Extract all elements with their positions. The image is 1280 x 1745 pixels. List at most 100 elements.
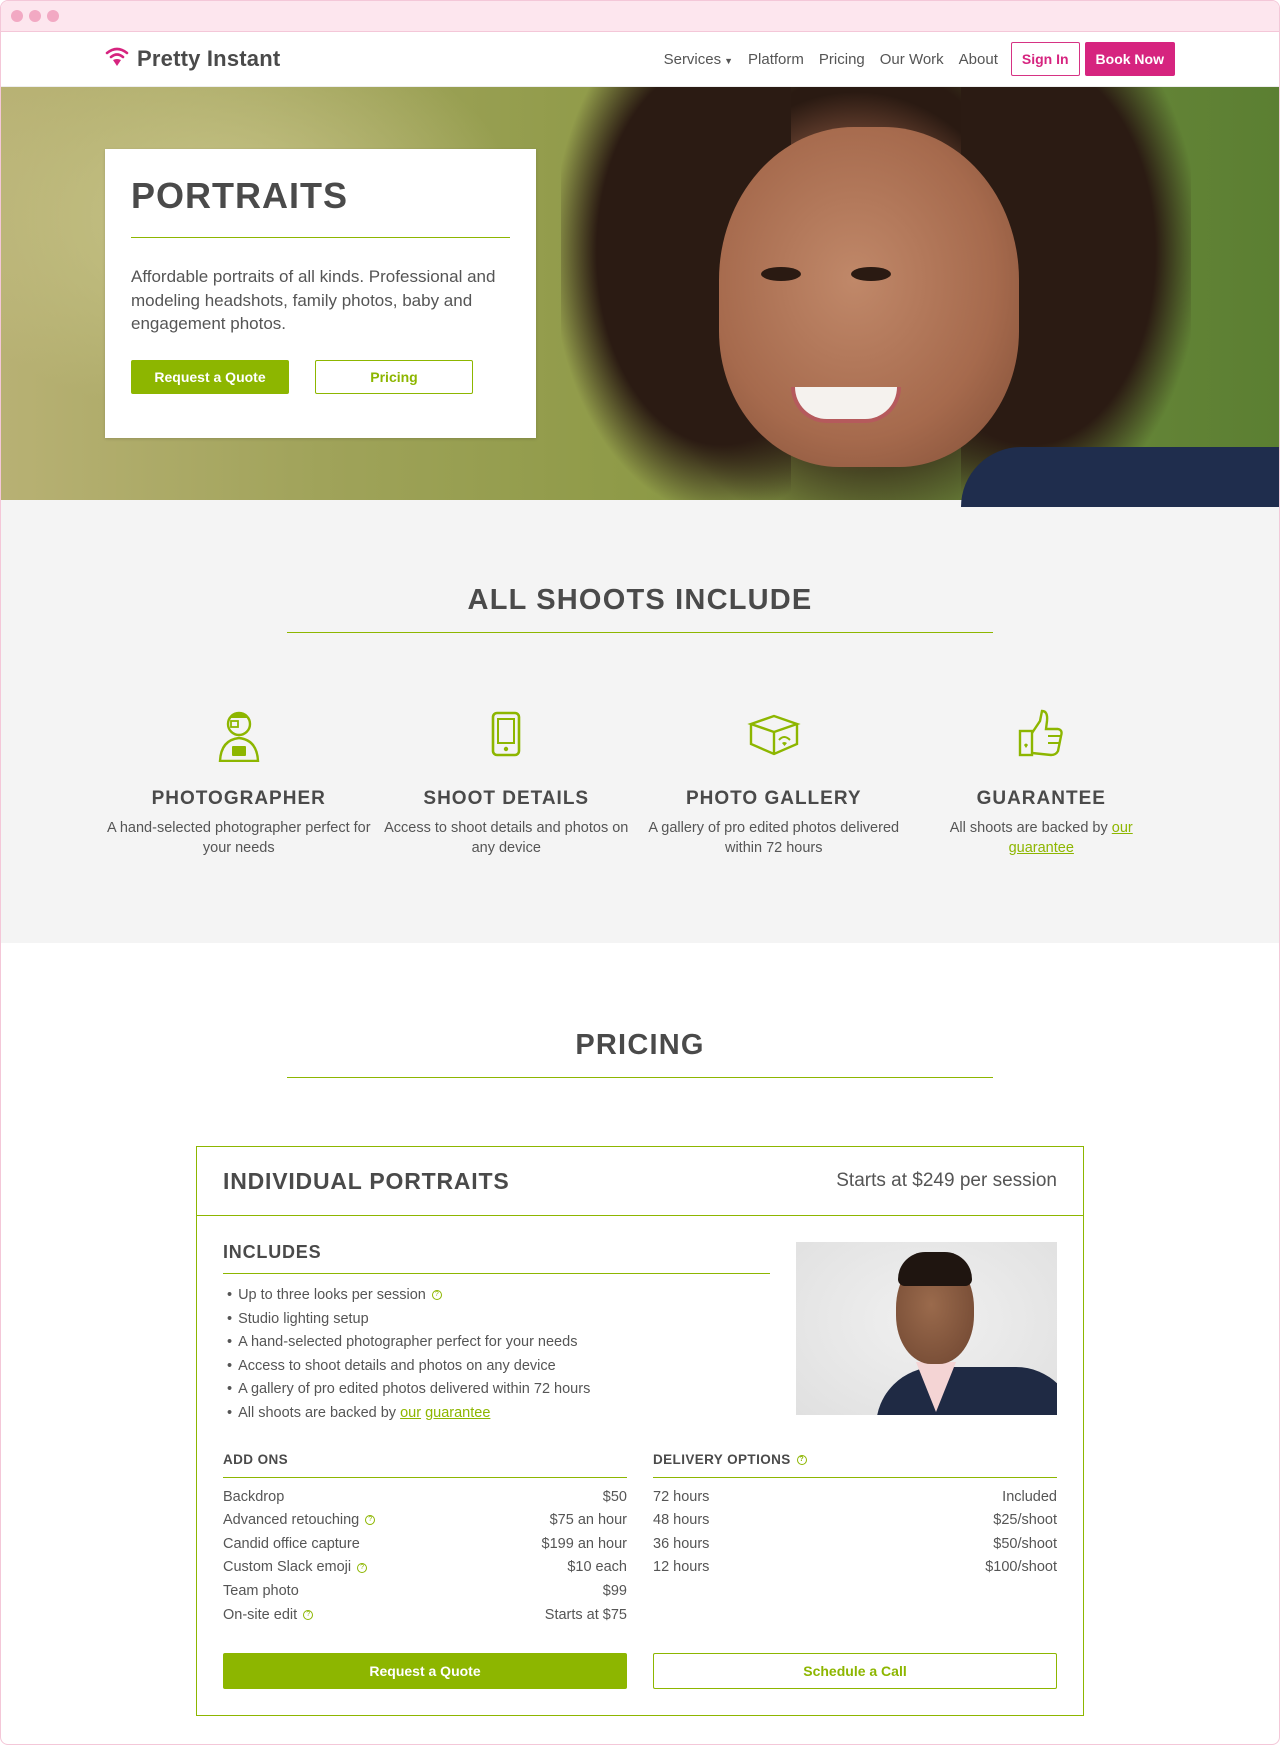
list-item: All shoots are backed by our guarantee <box>223 1402 770 1426</box>
table-row: Candid office capture $199 an hour <box>223 1533 627 1557</box>
feature-description: All shoots are backed by our guarantee <box>908 819 1176 858</box>
table-row: Custom Slack emoji? $10 each <box>223 1556 627 1580</box>
includes-heading: INCLUDES <box>223 1242 322 1262</box>
window-titlebar <box>1 1 1279 32</box>
table-row: Backdrop $50 <box>223 1486 627 1510</box>
addon-price: $10 each <box>567 1559 627 1576</box>
pricing-card-header: INDIVIDUAL PORTRAITS Starts at $249 per … <box>197 1147 1083 1216</box>
list-item: A hand-selected photographer perfect for… <box>223 1331 770 1355</box>
includes-section: ALL SHOOTS INCLUDE PHOTOGRAPHER A hand-s… <box>1 500 1279 943</box>
hero-divider <box>131 237 510 238</box>
book-now-button[interactable]: Book Now <box>1084 42 1175 76</box>
delivery-name: 36 hours <box>653 1535 710 1552</box>
photographer-icon <box>105 705 373 763</box>
feature-description: A hand-selected photographer perfect for… <box>106 820 371 856</box>
help-icon[interactable]: ? <box>431 1290 442 1301</box>
list-item-text: A hand-selected photographer perfect for… <box>238 1334 578 1351</box>
addon-name-wrap: Custom Slack emoji? <box>223 1556 368 1580</box>
table-row: Team photo $99 <box>223 1580 627 1604</box>
options-block: ADD ONS Backdrop $50 Advanced retouching?… <box>223 1452 1057 1628</box>
nav-services[interactable]: Services ▼ <box>664 51 733 68</box>
feature-title: SHOOT DETAILS <box>423 788 590 809</box>
list-item-text: Studio lighting setup <box>238 1310 369 1327</box>
addon-name: On-site edit <box>223 1606 298 1623</box>
thumbs-up-icon <box>908 705 1176 763</box>
gallery-box-icon <box>640 705 908 763</box>
addon-name: Candid office capture <box>223 1535 360 1552</box>
nav-services-label: Services <box>663 50 722 68</box>
our-link[interactable]: our <box>400 1405 421 1421</box>
delivery-name: 72 hours <box>653 1488 710 1505</box>
hero-section: PORTRAITS Affordable portraits of all ki… <box>1 87 1279 507</box>
table-row: On-site edit? Starts at $75 <box>223 1604 627 1628</box>
schedule-call-button[interactable]: Schedule a Call <box>653 1653 1057 1690</box>
guarantee-desc-text: All shoots are backed by <box>949 820 1108 836</box>
features-list: PHOTOGRAPHER A hand-selected photographe… <box>1 705 1279 858</box>
addons-divider <box>223 1476 627 1478</box>
window-maximize-dot[interactable] <box>47 10 59 22</box>
sign-in-button[interactable]: Sign In <box>1010 42 1080 76</box>
portrait-photo <box>796 1242 1057 1415</box>
includes-column: INCLUDES Up to three looks per session? … <box>223 1242 770 1426</box>
includes-title: ALL SHOOTS INCLUDE <box>467 584 813 616</box>
logo-icon <box>105 47 129 72</box>
hero-photo-shirt <box>961 447 1279 507</box>
list-item-text: Access to shoot details and photos on an… <box>238 1357 556 1374</box>
delivery-divider <box>653 1476 1057 1478</box>
table-row: 48 hours $25/shoot <box>653 1509 1057 1533</box>
nav-our-work[interactable]: Our Work <box>880 51 944 68</box>
includes-divider <box>287 632 993 633</box>
addon-name-wrap: Advanced retouching? <box>223 1509 376 1533</box>
addon-name: Backdrop <box>223 1488 285 1505</box>
pricing-button[interactable]: Pricing <box>315 359 473 394</box>
site-header: Pretty Instant Services ▼ Platform Pricin… <box>1 32 1279 87</box>
delivery-price: Included <box>1002 1488 1057 1505</box>
help-icon[interactable]: ? <box>303 1609 314 1620</box>
help-icon[interactable]: ? <box>796 1455 807 1465</box>
request-quote-button[interactable]: Request a Quote <box>223 1653 627 1690</box>
addon-price: $99 <box>602 1582 627 1599</box>
hero-description: Affordable portraits of all kinds. Profe… <box>131 267 496 333</box>
includes-list: Up to three looks per session? Studio li… <box>223 1284 770 1426</box>
list-item: Access to shoot details and photos on an… <box>223 1355 770 1379</box>
our-link[interactable]: our <box>1112 820 1133 836</box>
guarantee-link[interactable]: guarantee <box>425 1405 490 1421</box>
list-item: A gallery of pro edited photos delivered… <box>223 1378 770 1402</box>
nav-platform[interactable]: Platform <box>748 51 804 68</box>
pricing-card-price: Starts at $249 per session <box>836 1170 1057 1191</box>
guarantee-link[interactable]: guarantee <box>1009 840 1074 856</box>
nav-pricing[interactable]: Pricing <box>819 51 865 68</box>
delivery-price: $25/shoot <box>993 1512 1057 1529</box>
window-close-dot[interactable] <box>11 10 23 22</box>
table-row: 36 hours $50/shoot <box>653 1533 1057 1557</box>
hero-card: PORTRAITS Affordable portraits of all ki… <box>105 149 536 438</box>
delivery-title-wrap: DELIVERY OPTIONS? <box>653 1452 1057 1467</box>
logo-text: Pretty Instant <box>137 46 281 71</box>
request-quote-button[interactable]: Request a Quote <box>131 359 289 394</box>
main-nav: Services ▼ Platform Pricing Our Work Abou… <box>664 42 1175 76</box>
includes-block: INCLUDES Up to three looks per session? … <box>223 1242 1057 1426</box>
addon-name-wrap: On-site edit? <box>223 1604 314 1628</box>
addons-column: ADD ONS Backdrop $50 Advanced retouching?… <box>223 1452 627 1628</box>
table-row: 72 hours Included <box>653 1486 1057 1510</box>
pricing-card: INDIVIDUAL PORTRAITS Starts at $249 per … <box>196 1146 1084 1717</box>
logo[interactable]: Pretty Instant <box>105 46 280 72</box>
pricing-divider <box>287 1077 993 1078</box>
help-icon[interactable]: ? <box>365 1515 376 1526</box>
help-icon[interactable]: ? <box>357 1562 368 1573</box>
table-row: Advanced retouching? $75 an hour <box>223 1509 627 1533</box>
delivery-column: DELIVERY OPTIONS? 72 hours Included 48 ho… <box>653 1452 1057 1628</box>
list-item-text: All shoots are backed by <box>238 1404 397 1421</box>
delivery-price: $50/shoot <box>993 1535 1057 1552</box>
addon-price: Starts at $75 <box>544 1606 627 1623</box>
browser-window: Pretty Instant Services ▼ Platform Pricin… <box>0 0 1280 1745</box>
window-minimize-dot[interactable] <box>29 10 41 22</box>
feature-title: PHOTO GALLERY <box>685 788 862 809</box>
addon-name: Custom Slack emoji <box>223 1559 352 1576</box>
portrait-suit <box>876 1367 1057 1415</box>
feature-description: Access to shoot details and photos on an… <box>384 820 629 856</box>
addons-title: ADD ONS <box>223 1451 289 1467</box>
table-row: 12 hours $100/shoot <box>653 1556 1057 1580</box>
pricing-section: PRICING INDIVIDUAL PORTRAITS Starts at $… <box>1 943 1279 1717</box>
nav-about[interactable]: About <box>959 51 998 68</box>
